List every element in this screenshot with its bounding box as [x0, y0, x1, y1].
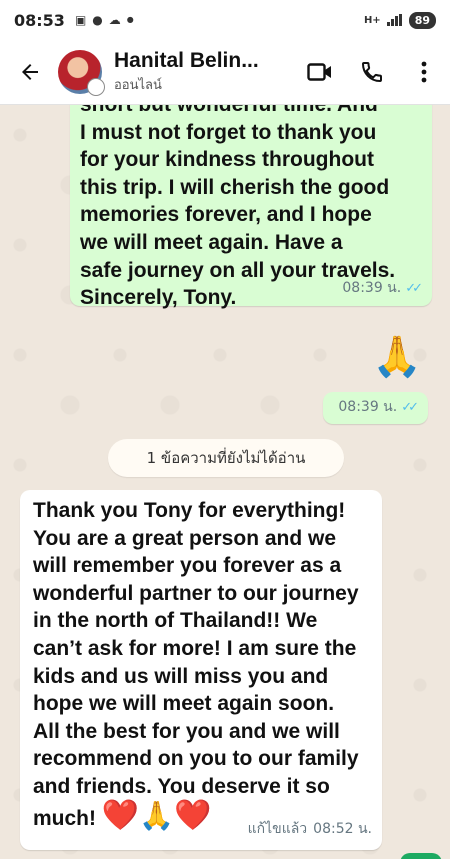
screenshot-icon: ▣: [74, 13, 87, 27]
contact-info[interactable]: Hanital Belin... ออนไลน์: [114, 49, 289, 95]
avatar-status-badge: [87, 78, 105, 96]
status-time: 08:53: [14, 10, 65, 30]
message-text: Thank you Tony for everything! You are a…: [33, 497, 378, 832]
battery-indicator: 89: [408, 11, 436, 29]
heart-emoji: ❤️: [101, 798, 140, 832]
message-meta: 08:39 น. ✓✓: [342, 277, 423, 299]
contact-name: Hanital Belin...: [114, 49, 259, 72]
status-bar: 08:53 ▣ ● ☁ ● H+ 89: [0, 0, 450, 40]
contact-avatar[interactable]: [58, 50, 105, 96]
message-time: 08:39 น.: [342, 280, 402, 296]
signal-icon: [386, 11, 403, 30]
message-outgoing-emoji[interactable]: 🙏: [372, 333, 422, 380]
message-time: 08:52 น.: [313, 821, 372, 837]
read-ticks-icon: ✓✓: [405, 280, 423, 296]
cloud-icon: ☁: [108, 13, 121, 27]
message-body: Thank you Tony for everything! You are a…: [33, 499, 359, 830]
scroll-down-button[interactable]: [400, 853, 442, 859]
kebab-menu-icon: [421, 61, 427, 83]
header-actions: [294, 48, 450, 96]
contact-status: ออนไลน์: [114, 78, 162, 93]
video-call-button[interactable]: [294, 48, 346, 96]
more-notifications-dot-icon: ●: [126, 15, 134, 24]
read-ticks-icon: ✓✓: [401, 399, 419, 415]
back-arrow-icon: [22, 64, 38, 80]
more-options-button[interactable]: [398, 48, 450, 96]
message-outgoing[interactable]: short but wonderful time. And I must not…: [70, 105, 432, 309]
chat-area[interactable]: short but wonderful time. And I must not…: [0, 105, 450, 859]
heart-emoji: ❤️: [174, 798, 212, 832]
status-right: H+ 89: [364, 11, 436, 30]
video-camera-icon: [307, 63, 331, 81]
message-outgoing-time-bubble[interactable]: 08:39 น. ✓✓: [323, 392, 428, 424]
back-button[interactable]: [6, 48, 54, 96]
line-app-icon: ●: [92, 13, 103, 27]
message-meta: แก้ไขแล้ว 08:52 น.: [248, 818, 372, 840]
edited-label: แก้ไขแล้ว: [247, 821, 308, 837]
message-meta: 08:39 น. ✓✓: [338, 396, 419, 418]
voice-call-button[interactable]: [346, 48, 398, 96]
phone-icon: [361, 62, 382, 83]
message-incoming[interactable]: Thank you Tony for everything! You are a…: [20, 490, 382, 850]
message-time: 08:39 น.: [338, 399, 398, 415]
chat-header: Hanital Belin... ออนไลน์: [0, 40, 450, 105]
unread-messages-banner: 1 ข้อความที่ยังไม่ได้อ่าน: [108, 439, 344, 477]
notification-icons: ▣ ● ☁ ●: [75, 14, 134, 26]
network-type: H+: [363, 14, 381, 26]
pray-emoji: 🙏: [139, 799, 175, 831]
